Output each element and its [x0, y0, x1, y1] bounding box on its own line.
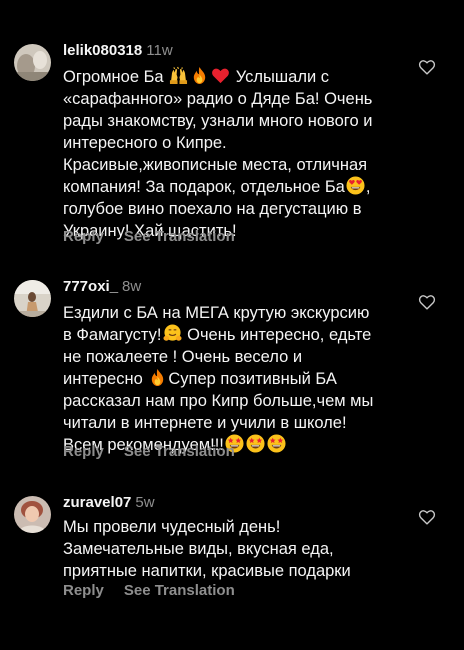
comment-age: 11w [146, 42, 173, 59]
fire-emoji [148, 368, 167, 387]
heart-outline-icon[interactable] [418, 509, 436, 525]
comment-text: Мы провели чудесный день! Замечательные … [63, 516, 413, 582]
heart-outline-icon[interactable] [418, 59, 436, 75]
red-heart-emoji [211, 66, 230, 85]
reply-button[interactable]: Reply [63, 443, 104, 460]
see-translation-button[interactable]: See Translation [124, 228, 235, 245]
comment-meta: zuravel07 5w [63, 493, 155, 513]
raising-hands-emoji [169, 66, 188, 85]
avatar[interactable] [14, 280, 51, 317]
comment-actions: Reply See Translation [63, 581, 235, 601]
avatar[interactable] [14, 44, 51, 81]
star-struck-emoji [267, 434, 286, 453]
username[interactable]: lelik080318 [63, 42, 142, 59]
fire-emoji [190, 66, 209, 85]
comment-text-part: Огромное Ба [63, 68, 164, 86]
reply-button[interactable]: Reply [63, 228, 104, 245]
reply-button[interactable]: Reply [63, 582, 104, 599]
comment-meta: lelik080318 11w [63, 41, 173, 61]
heart-outline-icon[interactable] [418, 294, 436, 310]
comment-actions: Reply See Translation [63, 442, 235, 462]
see-translation-button[interactable]: See Translation [124, 582, 235, 599]
comment-text-part: Услышали с «сарафанного» радио о Дяде Ба… [63, 68, 373, 196]
comment-text: Ездили с БА на МЕГА крутую экскурсию в Ф… [63, 302, 413, 456]
heart-eyes-emoji [346, 176, 365, 195]
star-struck-emoji [246, 434, 265, 453]
hugging-face-emoji [163, 324, 182, 343]
comment-age: 8w [122, 278, 142, 295]
comment-text: Огромное Ба Услышали с «сарафанного» рад… [63, 66, 413, 242]
comment-meta: 777oxi_ 8w [63, 277, 141, 297]
comment-age: 5w [135, 494, 155, 511]
comment-text-part: Мы провели чудесный день! Замечательные … [63, 518, 351, 580]
comment-actions: Reply See Translation [63, 227, 235, 247]
avatar[interactable] [14, 496, 51, 533]
see-translation-button[interactable]: See Translation [124, 443, 235, 460]
username[interactable]: zuravel07 [63, 494, 131, 511]
username[interactable]: 777oxi_ [63, 278, 118, 295]
